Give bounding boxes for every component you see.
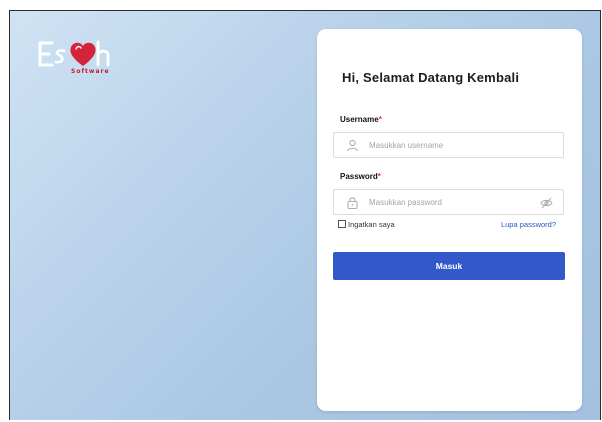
username-label-text: Username bbox=[340, 115, 379, 124]
remember-checkbox[interactable] bbox=[338, 220, 346, 228]
forgot-password-link[interactable]: Lupa password? bbox=[501, 220, 556, 229]
eye-off-icon[interactable] bbox=[540, 197, 553, 209]
login-page-background: Software Hi, Selamat Datang Kembali User… bbox=[9, 10, 601, 420]
login-card: Hi, Selamat Datang Kembali Username* Mas… bbox=[317, 29, 582, 411]
username-field[interactable]: Masukkan username bbox=[333, 132, 564, 158]
password-placeholder: Masukkan password bbox=[369, 198, 442, 207]
user-icon bbox=[346, 139, 359, 152]
password-label: Password* bbox=[340, 172, 381, 181]
remember-label: Ingatkan saya bbox=[348, 220, 395, 229]
username-placeholder: Masukkan username bbox=[369, 141, 444, 150]
page-title: Hi, Selamat Datang Kembali bbox=[342, 70, 520, 85]
lock-icon bbox=[347, 197, 358, 209]
logo-subtitle: Software bbox=[71, 68, 110, 75]
login-button[interactable]: Masuk bbox=[333, 252, 565, 280]
password-field[interactable]: Masukkan password bbox=[333, 189, 564, 215]
required-mark: * bbox=[377, 172, 381, 181]
heart-icon bbox=[70, 42, 96, 66]
required-mark: * bbox=[378, 115, 382, 124]
password-label-text: Password bbox=[340, 172, 378, 181]
username-label: Username* bbox=[340, 115, 382, 124]
brand-logo: Software bbox=[38, 37, 118, 77]
remember-me[interactable]: Ingatkan saya bbox=[338, 220, 395, 229]
